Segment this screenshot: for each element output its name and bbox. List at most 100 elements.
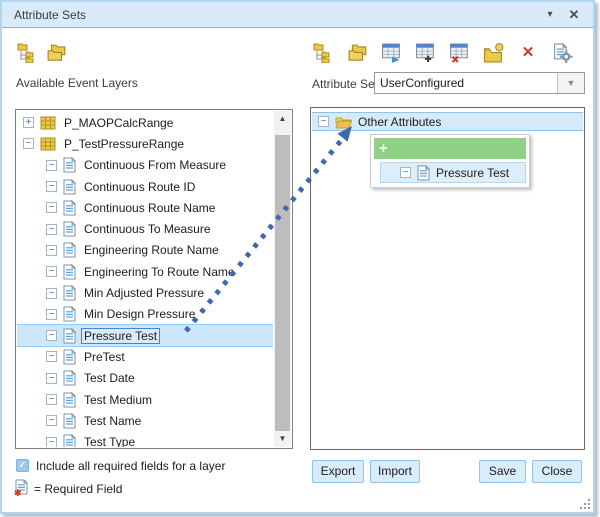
expander-icon[interactable]: − — [46, 202, 57, 213]
field-icon — [63, 264, 76, 280]
tree-item[interactable]: − Test Medium — [17, 389, 273, 410]
expander-icon[interactable]: − — [46, 330, 57, 341]
scroll-up-icon[interactable]: ▲ — [274, 111, 291, 127]
attribute-set-value: UserConfigured — [380, 73, 464, 93]
field-icon — [63, 370, 76, 386]
tree-item[interactable]: −Engineering Route Name — [17, 240, 273, 261]
tree-item-label: Test Name — [82, 414, 143, 428]
field-icon — [63, 242, 76, 258]
tree-item-label: Test Type — [82, 435, 137, 447]
export-button[interactable]: Export — [312, 460, 364, 483]
tree-item[interactable]: − Min Design Pressure — [17, 304, 273, 325]
tree-item-label: Continuous Route ID — [82, 180, 197, 194]
expander-icon[interactable]: − — [46, 437, 57, 447]
expander-icon[interactable]: − — [46, 394, 57, 405]
scrollbar-thumb[interactable] — [275, 135, 290, 435]
expander-icon[interactable]: − — [318, 116, 329, 127]
field-icon — [63, 200, 76, 216]
attribute-set-dropdown[interactable]: UserConfigured ▼ — [374, 72, 585, 94]
collapse-icon[interactable]: ▾ — [541, 2, 559, 28]
resize-grip-icon[interactable] — [579, 498, 590, 509]
tree-item[interactable]: − Test Type — [17, 431, 273, 447]
tree-item-label: Test Medium — [82, 393, 154, 407]
tree-item[interactable]: −Continuous To Measure — [17, 218, 273, 239]
table-add-icon[interactable] — [415, 43, 437, 63]
expander-icon: − — [400, 167, 411, 178]
tree-item[interactable]: − Min Adjusted Pressure — [17, 282, 273, 303]
tree-item[interactable]: +P_MAOPCalcRange — [17, 112, 273, 133]
tree-scrollbar[interactable]: ▲ ▼ — [274, 111, 291, 447]
plus-icon: + — [379, 140, 388, 157]
expander-icon[interactable]: − — [23, 138, 34, 149]
expander-icon[interactable]: + — [23, 117, 34, 128]
tree-item[interactable]: − Engineering To Route Name — [17, 261, 273, 282]
field-icon — [63, 349, 76, 365]
table-remove-icon[interactable] — [449, 43, 471, 63]
scroll-down-icon[interactable]: ▼ — [274, 431, 291, 447]
field-icon — [63, 328, 76, 344]
tree-item[interactable]: − Test Date — [17, 368, 273, 389]
include-required-fields-checkbox[interactable]: ✓ — [16, 459, 29, 472]
tree-item[interactable]: − Continuous Route ID — [17, 176, 273, 197]
delete-icon[interactable]: ✕ — [517, 43, 539, 63]
event-layers-tree-icon[interactable] — [17, 43, 39, 63]
expander-icon[interactable]: − — [46, 181, 57, 192]
attribute-sets-dialog: Attribute Sets ▾ ✕ ✕ Available Event Lay… — [0, 0, 595, 514]
tree-item-label: Test Date — [82, 371, 137, 385]
expander-icon[interactable]: − — [46, 266, 57, 277]
import-button[interactable]: Import — [370, 460, 420, 483]
required-field-label: = Required Field — [34, 482, 122, 496]
attribute-set-label: Attribute Set: — [312, 77, 381, 91]
field-icon — [63, 179, 76, 195]
other-attributes-row[interactable]: − Other Attributes — [312, 112, 583, 131]
close-button[interactable]: Close — [532, 460, 582, 483]
field-icon — [63, 285, 76, 301]
tree-item[interactable]: −P_TestPressureRange — [17, 133, 273, 154]
title-bar[interactable]: Attribute Sets ▾ ✕ — [2, 2, 593, 28]
open-folder-icon[interactable] — [347, 43, 369, 63]
other-attributes-label: Other Attributes — [358, 115, 441, 129]
event-layer-icon — [40, 116, 56, 130]
field-icon — [63, 221, 76, 237]
tree-item-label: Engineering To Route Name — [82, 265, 237, 279]
expander-icon[interactable]: − — [46, 351, 57, 362]
drop-target-bar: + — [374, 138, 526, 159]
tree-item[interactable]: − Continuous Route Name — [17, 197, 273, 218]
chevron-down-icon[interactable]: ▼ — [557, 73, 584, 93]
tree-item-label: Continuous From Measure — [82, 158, 228, 172]
tree-item[interactable]: − Pressure Test — [17, 325, 273, 346]
tree-item-label: Min Adjusted Pressure — [82, 286, 206, 300]
event-layer-icon — [40, 137, 56, 151]
tree-item-label: Min Design Pressure — [82, 307, 197, 321]
field-icon — [417, 165, 430, 181]
new-folder-icon[interactable] — [483, 43, 505, 63]
expander-icon[interactable]: − — [46, 288, 57, 299]
tree-rows: +P_MAOPCalcRange−P_TestPressureRange−Con… — [17, 112, 273, 447]
tree-item[interactable]: −PreTest — [17, 346, 273, 367]
tree-item-label: Continuous Route Name — [82, 201, 217, 215]
table-import-icon[interactable] — [381, 43, 403, 63]
expander-icon[interactable]: − — [46, 224, 57, 235]
attribute-tree-icon[interactable] — [313, 43, 335, 63]
field-icon — [63, 413, 76, 429]
svg-text:✱: ✱ — [14, 488, 22, 496]
expander-icon[interactable]: − — [46, 245, 57, 256]
open-folder-icon[interactable] — [46, 43, 68, 63]
tree-item-label: Pressure Test — [82, 329, 159, 343]
close-icon[interactable]: ✕ — [565, 2, 583, 28]
field-icon — [63, 434, 76, 447]
field-icon — [63, 306, 76, 322]
expander-icon[interactable]: − — [46, 415, 57, 426]
required-field-icon: ✱ — [14, 479, 28, 496]
drag-preview-item: − Pressure Test — [380, 162, 526, 183]
tree-item[interactable]: − Test Name — [17, 410, 273, 431]
expander-icon[interactable]: − — [46, 373, 57, 384]
drag-preview-label: Pressure Test — [436, 166, 509, 180]
expander-icon[interactable]: − — [46, 309, 57, 320]
event-layers-tree[interactable]: +P_MAOPCalcRange−P_TestPressureRange−Con… — [15, 109, 293, 449]
tree-item[interactable]: − Continuous From Measure — [17, 155, 273, 176]
report-settings-icon[interactable] — [551, 43, 573, 63]
expander-icon[interactable]: − — [46, 160, 57, 171]
save-button[interactable]: Save — [479, 460, 526, 483]
field-icon — [63, 392, 76, 408]
